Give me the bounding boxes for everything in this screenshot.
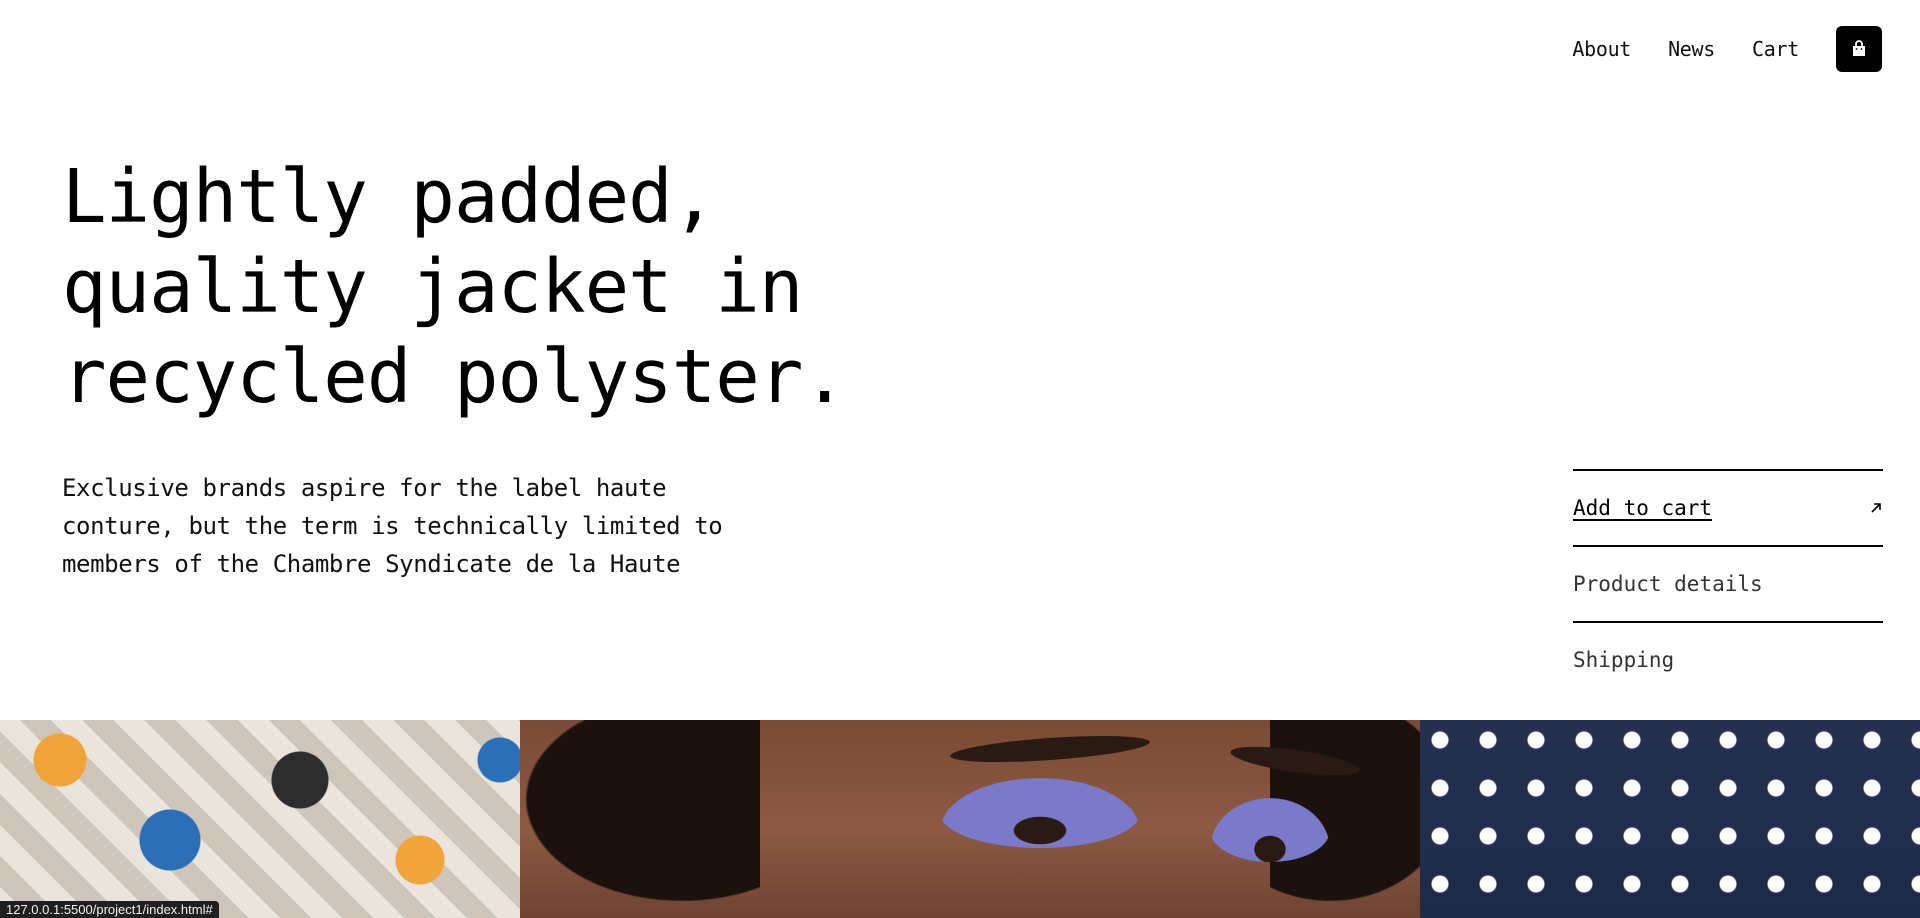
product-actions: Add to cart Product details Shipping (1573, 469, 1883, 697)
shipping-label: Shipping (1573, 648, 1675, 672)
product-details-toggle[interactable]: Product details (1573, 545, 1883, 621)
mosaic-pattern-left (0, 720, 560, 918)
add-to-cart-button[interactable]: Add to cart (1573, 469, 1883, 545)
status-bar-url: 127.0.0.1:5500/project1/index.html# (0, 901, 219, 918)
portrait-eye-right (1210, 798, 1330, 862)
description-line: Exclusive brands aspire for the label ha… (62, 474, 667, 502)
product-page: About News Cart Lightly padded, quality … (0, 0, 1920, 918)
nav-link-about[interactable]: About (1572, 37, 1631, 61)
description-line: members of the Chambre Syndicate de la H… (62, 550, 681, 578)
mosaic-pattern-right (1420, 720, 1920, 918)
product-description: Exclusive brands aspire for the label ha… (62, 469, 822, 583)
title-line: Lightly padded, (62, 154, 716, 240)
nav-link-news[interactable]: News (1668, 37, 1715, 61)
page-title: Lightly padded, quality jacket in recycl… (62, 152, 962, 422)
description-line: conture, but the term is technically lim… (62, 512, 723, 540)
nav-link-cart[interactable]: Cart (1752, 37, 1799, 61)
title-line: recycled polyster. (62, 334, 847, 420)
add-to-cart-label: Add to cart (1573, 496, 1713, 520)
product-details-label: Product details (1573, 572, 1763, 596)
hero-image (0, 720, 1920, 918)
top-nav: About News Cart (1572, 26, 1882, 72)
shopping-bag-icon (1853, 40, 1865, 56)
portrait-hair-left (500, 720, 760, 918)
arrow-up-right-icon (1871, 503, 1881, 513)
cart-button[interactable] (1836, 26, 1882, 72)
portrait-eye-left (940, 778, 1140, 848)
title-line: quality jacket in (62, 244, 803, 330)
shipping-toggle[interactable]: Shipping (1573, 621, 1883, 697)
